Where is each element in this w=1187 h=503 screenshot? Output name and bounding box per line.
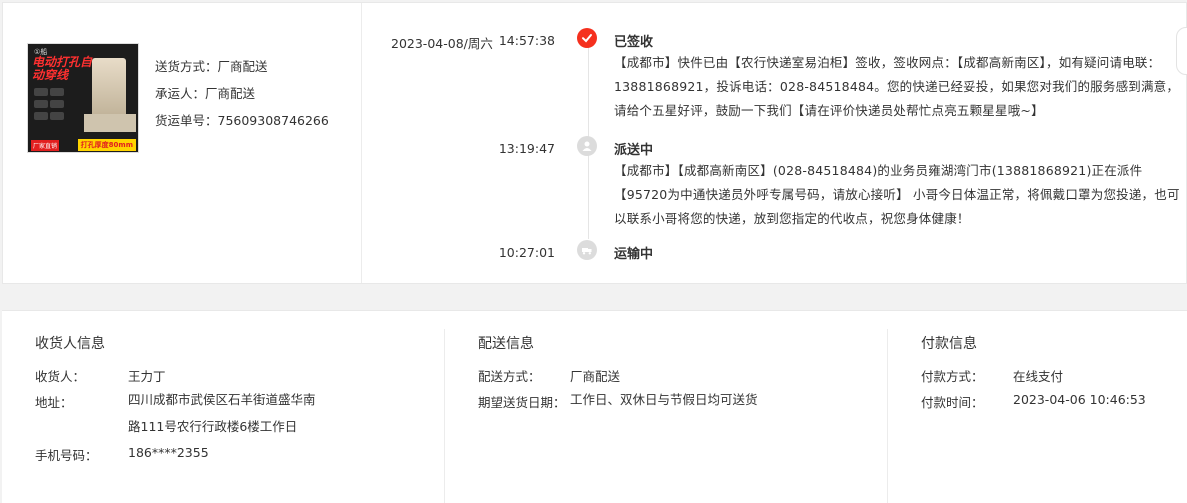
delivery-method-value: 厂商配送 — [570, 369, 621, 384]
receiver-name-label: 收货人： — [35, 369, 86, 384]
payment-section-title: 付款信息 — [921, 336, 977, 352]
expected-date-label: 期望送货日期： — [478, 395, 566, 410]
timeline-line — [588, 47, 589, 139]
expected-date-value: 工作日、双休日与节假日均可送货 — [570, 392, 758, 407]
machine-base-illustration — [84, 114, 136, 132]
event-time: 14:57:38 — [498, 33, 555, 48]
truck-icon — [577, 240, 597, 260]
timeline-line — [588, 155, 589, 239]
address-label: 地址： — [35, 395, 73, 410]
phone-value: 186****2355 — [128, 445, 209, 460]
column-divider — [887, 329, 888, 503]
factory-badge: 厂家直销 — [31, 140, 60, 151]
logistics-panel: ①船 电动打孔自动穿线 厂家直销 打孔厚度80mm 送货方式：厂商配送 承运人：… — [2, 2, 1187, 284]
event-status: 运输中 — [614, 247, 654, 262]
tracking-number: 货运单号：75609308746266 — [155, 113, 329, 128]
carrier: 承运人：厂商配送 — [155, 86, 256, 101]
panel-divider — [361, 3, 362, 283]
delivery-method: 送货方式：厂商配送 — [155, 59, 268, 74]
shipping-info: 送货方式：厂商配送 承运人：厂商配送 货运单号：75609308746266 — [155, 53, 329, 134]
product-image-title: 电动打孔自动穿线 — [32, 55, 93, 82]
payment-time-value: 2023-04-06 10:46:53 — [1013, 392, 1146, 407]
receiver-name: 王力丁 — [128, 369, 166, 384]
event-status: 已签收 — [614, 35, 654, 50]
product-thumbnail[interactable]: ①船 电动打孔自动穿线 厂家直销 打孔厚度80mm — [27, 43, 139, 153]
payment-time-label: 付款时间： — [921, 395, 984, 410]
payment-method-label: 付款方式： — [921, 369, 984, 384]
event-description: 【成都市】快件已由【农行快递室易泊柜】签收，签收网点：【成都高新南区】，如有疑问… — [614, 55, 1180, 118]
event-time: 13:19:47 — [498, 141, 555, 156]
side-scroll-handle[interactable] — [1176, 27, 1187, 75]
receiver-section-title: 收货人信息 — [35, 336, 105, 352]
delivery-method-label: 配送方式： — [478, 369, 541, 384]
check-icon — [577, 28, 597, 48]
payment-method-value: 在线支付 — [1013, 369, 1064, 384]
address-value: 四川成都市武侯区石羊街道盛华南路111号农行行政楼6楼工作日 — [128, 392, 316, 434]
event-status: 派送中 — [614, 143, 654, 158]
courier-icon — [577, 136, 597, 156]
delivery-section-title: 配送信息 — [478, 336, 534, 352]
timeline-date: 2023-04-08/周六 — [391, 36, 493, 51]
event-description: 【成都市】【成都高新南区】(028-84518484)的业务员雍湖湾门市(138… — [614, 163, 1180, 226]
phone-label: 手机号码： — [35, 448, 98, 463]
thickness-badge: 打孔厚度80mm — [77, 139, 136, 151]
order-info-panel: 收货人信息 收货人： 王力丁 地址： 四川成都市武侯区石羊街道盛华南路111号农… — [2, 310, 1187, 503]
event-time: 10:27:01 — [498, 245, 555, 260]
column-divider — [444, 329, 445, 503]
